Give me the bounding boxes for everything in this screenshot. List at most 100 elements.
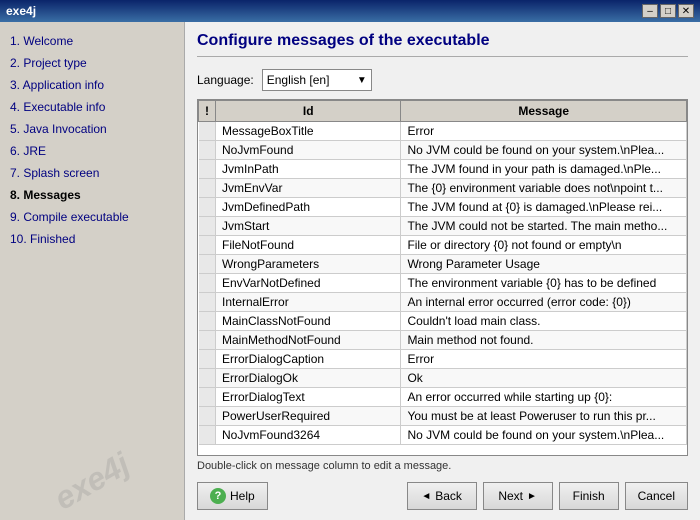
table-cell-id: ErrorDialogText bbox=[216, 388, 401, 407]
table-cell-id: NoJvmFound3264 bbox=[216, 426, 401, 445]
table-cell-flag bbox=[199, 198, 216, 217]
table-row[interactable]: NoJvmFoundNo JVM could be found on your … bbox=[199, 141, 687, 160]
sidebar-item-compile[interactable]: 9. Compile executable bbox=[6, 206, 178, 228]
help-label: Help bbox=[230, 489, 255, 503]
table-cell-id: ErrorDialogOk bbox=[216, 369, 401, 388]
table-cell-id: MainMethodNotFound bbox=[216, 331, 401, 350]
next-button[interactable]: Next ► bbox=[483, 482, 553, 510]
table-cell-id: NoJvmFound bbox=[216, 141, 401, 160]
table-cell-id: MainClassNotFound bbox=[216, 312, 401, 331]
language-select[interactable]: English [en] ▼ bbox=[262, 69, 372, 91]
messages-table-container[interactable]: !IdMessage MessageBoxTitleErrorNoJvmFoun… bbox=[197, 99, 688, 456]
sidebar-item-exe-info[interactable]: 4. Executable info bbox=[6, 96, 178, 118]
table-cell-id: JvmEnvVar bbox=[216, 179, 401, 198]
close-button[interactable]: ✕ bbox=[678, 4, 694, 18]
table-cell-message: Wrong Parameter Usage bbox=[401, 255, 687, 274]
table-row[interactable]: EnvVarNotDefinedThe environment variable… bbox=[199, 274, 687, 293]
table-cell-message: Error bbox=[401, 122, 687, 141]
table-row[interactable]: MessageBoxTitleError bbox=[199, 122, 687, 141]
table-row[interactable]: NoJvmFound3264No JVM could be found on y… bbox=[199, 426, 687, 445]
table-cell-flag bbox=[199, 312, 216, 331]
window-title: exe4j bbox=[6, 4, 36, 18]
table-cell-flag bbox=[199, 160, 216, 179]
main-container: 1. Welcome2. Project type3. Application … bbox=[0, 22, 700, 520]
table-row[interactable]: ErrorDialogCaptionError bbox=[199, 350, 687, 369]
finish-button[interactable]: Finish bbox=[559, 482, 619, 510]
table-row[interactable]: JvmStartThe JVM could not be started. Th… bbox=[199, 217, 687, 236]
content-panel: Configure messages of the executable Lan… bbox=[185, 22, 700, 520]
table-cell-flag bbox=[199, 426, 216, 445]
sidebar-item-jre[interactable]: 6. JRE bbox=[6, 140, 178, 162]
sidebar-item-splash-screen[interactable]: 7. Splash screen bbox=[6, 162, 178, 184]
table-cell-flag bbox=[199, 369, 216, 388]
table-cell-id: MessageBoxTitle bbox=[216, 122, 401, 141]
table-row[interactable]: FileNotFoundFile or directory {0} not fo… bbox=[199, 236, 687, 255]
table-cell-message: The environment variable {0} has to be d… bbox=[401, 274, 687, 293]
table-cell-id: JvmDefinedPath bbox=[216, 198, 401, 217]
table-cell-message: The JVM could not be started. The main m… bbox=[401, 217, 687, 236]
finish-label: Finish bbox=[573, 489, 605, 503]
table-row[interactable]: JvmDefinedPathThe JVM found at {0} is da… bbox=[199, 198, 687, 217]
sidebar: 1. Welcome2. Project type3. Application … bbox=[0, 22, 185, 520]
sidebar-item-app-info[interactable]: 3. Application info bbox=[6, 74, 178, 96]
sidebar-item-project-type[interactable]: 2. Project type bbox=[6, 52, 178, 74]
table-cell-message: You must be at least Poweruser to run th… bbox=[401, 407, 687, 426]
sidebar-item-finished[interactable]: 10. Finished bbox=[6, 228, 178, 250]
table-cell-flag bbox=[199, 179, 216, 198]
table-row[interactable]: JvmInPathThe JVM found in your path is d… bbox=[199, 160, 687, 179]
table-cell-message: No JVM could be found on your system.\nP… bbox=[401, 141, 687, 160]
sidebar-watermark: exe4j bbox=[3, 419, 181, 520]
sidebar-item-welcome[interactable]: 1. Welcome bbox=[6, 30, 178, 52]
table-row[interactable]: PowerUserRequiredYou must be at least Po… bbox=[199, 407, 687, 426]
table-row[interactable]: JvmEnvVarThe {0} environment variable do… bbox=[199, 179, 687, 198]
cancel-button[interactable]: Cancel bbox=[625, 482, 688, 510]
language-label: Language: bbox=[197, 73, 254, 87]
table-cell-flag bbox=[199, 255, 216, 274]
hint-text: Double-click on message column to edit a… bbox=[197, 460, 688, 472]
table-cell-message: Ok bbox=[401, 369, 687, 388]
table-header-!: ! bbox=[199, 101, 216, 122]
table-cell-flag bbox=[199, 407, 216, 426]
language-row: Language: English [en] ▼ bbox=[197, 69, 688, 91]
table-cell-id: WrongParameters bbox=[216, 255, 401, 274]
table-cell-message: The {0} environment variable does not\np… bbox=[401, 179, 687, 198]
table-row[interactable]: MainClassNotFoundCouldn't load main clas… bbox=[199, 312, 687, 331]
table-cell-flag bbox=[199, 122, 216, 141]
table-header-id: Id bbox=[216, 101, 401, 122]
table-cell-message: Error bbox=[401, 350, 687, 369]
table-cell-message: An error occurred while starting up {0}: bbox=[401, 388, 687, 407]
table-cell-id: ErrorDialogCaption bbox=[216, 350, 401, 369]
table-row[interactable]: MainMethodNotFoundMain method not found. bbox=[199, 331, 687, 350]
table-cell-flag bbox=[199, 141, 216, 160]
table-cell-message: File or directory {0} not found or empty… bbox=[401, 236, 687, 255]
maximize-button[interactable]: □ bbox=[660, 4, 676, 18]
table-cell-flag bbox=[199, 331, 216, 350]
table-cell-id: JvmInPath bbox=[216, 160, 401, 179]
table-cell-message: Main method not found. bbox=[401, 331, 687, 350]
table-cell-flag bbox=[199, 217, 216, 236]
sidebar-item-messages[interactable]: 8. Messages bbox=[6, 184, 178, 206]
help-icon: ? bbox=[210, 488, 226, 504]
table-cell-flag bbox=[199, 274, 216, 293]
table-cell-flag bbox=[199, 350, 216, 369]
table-row[interactable]: ErrorDialogOkOk bbox=[199, 369, 687, 388]
minimize-button[interactable]: – bbox=[642, 4, 658, 18]
back-arrow-icon: ◄ bbox=[421, 491, 431, 502]
table-cell-message: No JVM could be found on your system.\nP… bbox=[401, 426, 687, 445]
bottom-bar: ? Help ◄ Back Next ► Finish Cancel bbox=[197, 478, 688, 510]
table-cell-id: FileNotFound bbox=[216, 236, 401, 255]
sidebar-item-java-invocation[interactable]: 5. Java Invocation bbox=[6, 118, 178, 140]
next-label: Next bbox=[498, 489, 523, 503]
table-row[interactable]: InternalErrorAn internal error occurred … bbox=[199, 293, 687, 312]
help-button[interactable]: ? Help bbox=[197, 482, 268, 510]
table-row[interactable]: ErrorDialogTextAn error occurred while s… bbox=[199, 388, 687, 407]
back-button[interactable]: ◄ Back bbox=[407, 482, 477, 510]
table-cell-message: An internal error occurred (error code: … bbox=[401, 293, 687, 312]
table-cell-flag bbox=[199, 293, 216, 312]
table-row[interactable]: WrongParametersWrong Parameter Usage bbox=[199, 255, 687, 274]
title-bar: exe4j – □ ✕ bbox=[0, 0, 700, 22]
table-cell-message: The JVM found at {0} is damaged.\nPlease… bbox=[401, 198, 687, 217]
table-cell-message: Couldn't load main class. bbox=[401, 312, 687, 331]
dropdown-arrow-icon: ▼ bbox=[357, 75, 367, 86]
messages-table: !IdMessage MessageBoxTitleErrorNoJvmFoun… bbox=[198, 100, 687, 445]
